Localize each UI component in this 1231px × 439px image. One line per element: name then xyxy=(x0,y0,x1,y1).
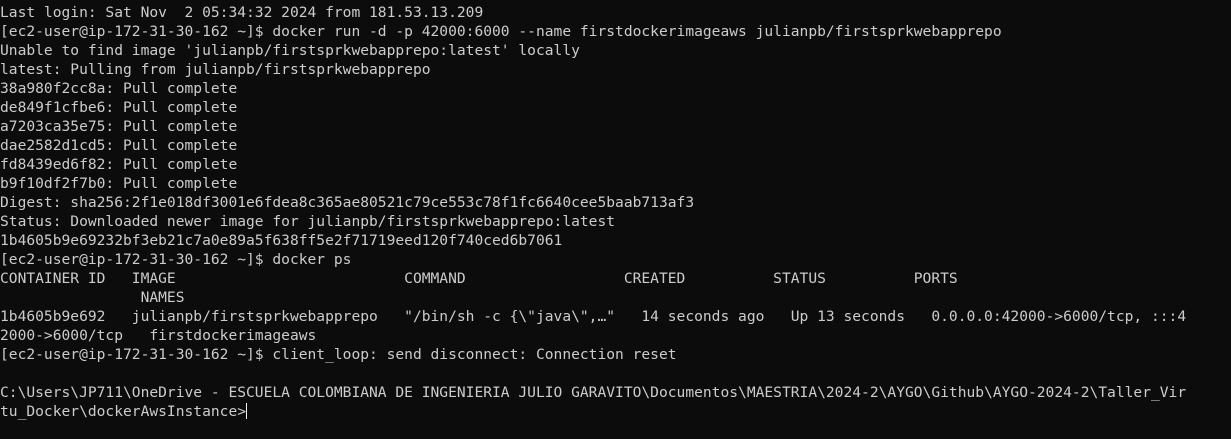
terminal-line: 1b4605b9e69232bf3eb21c7a0e89a5f638ff5e2f… xyxy=(0,232,563,249)
terminal-line: latest: Pulling from julianpb/firstsprkw… xyxy=(0,61,431,78)
terminal-line: de849f1cfbe6: Pull complete xyxy=(0,99,238,116)
terminal-line: Unable to find image 'julianpb/firstsprk… xyxy=(0,42,580,59)
terminal-line: dae2582d1cd5: Pull complete xyxy=(0,137,238,154)
terminal-window[interactable]: Last login: Sat Nov 2 05:34:32 2024 from… xyxy=(0,0,1231,439)
terminal-line: [ec2-user@ip-172-31-30-162 ~]$ client_lo… xyxy=(0,346,677,363)
prompt-text: tu_Docker\dockerAwsInstance> xyxy=(0,403,247,420)
terminal-line: Status: Downloaded newer image for julia… xyxy=(0,213,616,230)
text-cursor xyxy=(246,403,248,419)
terminal-line: b9f10df2f7b0: Pull complete xyxy=(0,175,238,192)
terminal-line: [ec2-user@ip-172-31-30-162 ~]$ docker ru… xyxy=(0,23,1002,40)
terminal-line: fd8439ed6f82: Pull complete xyxy=(0,156,238,173)
terminal-line: 38a980f2cc8a: Pull complete xyxy=(0,80,238,97)
docker-ps-row: 1b4605b9e692 julianpb/firstsprkwebapprep… xyxy=(0,308,1187,325)
terminal-line: a7203ca35e75: Pull complete xyxy=(0,118,238,135)
terminal-line: Digest: sha256:2f1e018df3001e6fdea8c365a… xyxy=(0,194,695,211)
docker-ps-header-names: NAMES xyxy=(0,289,185,306)
windows-prompt-line-wrap[interactable]: tu_Docker\dockerAwsInstance> xyxy=(0,402,1231,421)
docker-ps-header: CONTAINER ID IMAGE COMMAND CREATED STATU… xyxy=(0,270,958,287)
terminal-line: [ec2-user@ip-172-31-30-162 ~]$ docker ps xyxy=(0,251,352,268)
docker-ps-row-wrap: 2000->6000/tcp firstdockerimageaws xyxy=(0,327,317,344)
windows-prompt-line: C:\Users\JP711\OneDrive - ESCUELA COLOMB… xyxy=(0,384,1187,401)
terminal-line: Last login: Sat Nov 2 05:34:32 2024 from… xyxy=(0,4,484,21)
